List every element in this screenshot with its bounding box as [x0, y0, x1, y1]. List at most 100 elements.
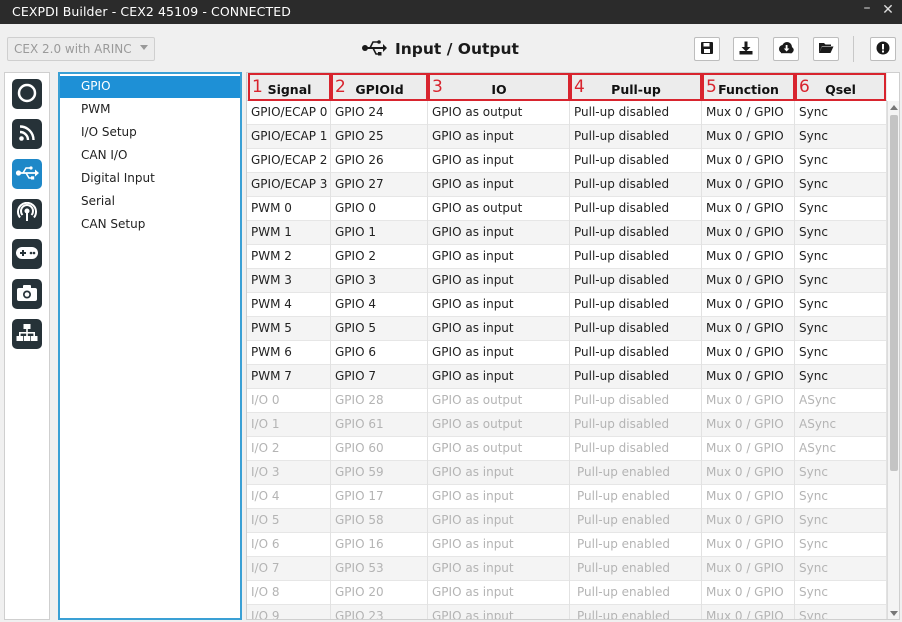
- cell-gpioid[interactable]: GPIO 27: [331, 173, 428, 197]
- cell-function[interactable]: Mux 0 / GPIO: [702, 125, 795, 149]
- cell-signal[interactable]: I/O 0: [247, 389, 331, 413]
- cell-function[interactable]: Mux 0 / GPIO: [702, 341, 795, 365]
- nav-camera-button[interactable]: [12, 279, 42, 309]
- cell-gpioid[interactable]: GPIO 26: [331, 149, 428, 173]
- cell-io[interactable]: GPIO as input: [428, 125, 570, 149]
- cell-function[interactable]: Mux 0 / GPIO: [702, 245, 795, 269]
- cell-gpioid[interactable]: GPIO 20: [331, 581, 428, 605]
- cell-function[interactable]: Mux 0 / GPIO: [702, 485, 795, 509]
- cell-pullup[interactable]: Pull-up disabled: [570, 317, 702, 341]
- cell-qsel[interactable]: Sync: [795, 101, 887, 125]
- cell-gpioid[interactable]: GPIO 23: [331, 605, 428, 619]
- menu-item-can-io[interactable]: CAN I/O: [60, 145, 240, 167]
- cell-pullup[interactable]: Pull-up enabled: [570, 485, 702, 509]
- table-row[interactable]: PWM 3 GPIO 3 GPIO as input Pull-up disabled…: [247, 269, 887, 293]
- cell-io[interactable]: GPIO as input: [428, 461, 570, 485]
- cell-io[interactable]: GPIO as output: [428, 389, 570, 413]
- cell-gpioid[interactable]: GPIO 61: [331, 413, 428, 437]
- nav-power-button[interactable]: [12, 79, 42, 109]
- cell-io[interactable]: GPIO as input: [428, 605, 570, 619]
- nav-broadcast-button[interactable]: [12, 199, 42, 229]
- cell-pullup[interactable]: Pull-up disabled: [570, 413, 702, 437]
- scrollbar-thumb[interactable]: [890, 115, 898, 471]
- cell-pullup[interactable]: Pull-up disabled: [570, 221, 702, 245]
- cell-signal[interactable]: PWM 2: [247, 245, 331, 269]
- cell-signal[interactable]: PWM 6: [247, 341, 331, 365]
- cell-qsel[interactable]: Sync: [795, 293, 887, 317]
- table-row[interactable]: PWM 1 GPIO 1 GPIO as input Pull-up disabled…: [247, 221, 887, 245]
- cell-io[interactable]: GPIO as input: [428, 269, 570, 293]
- cell-io[interactable]: GPIO as input: [428, 149, 570, 173]
- cell-io[interactable]: GPIO as input: [428, 317, 570, 341]
- table-row[interactable]: PWM 7 GPIO 7 GPIO as input Pull-up disabled…: [247, 365, 887, 389]
- cell-gpioid[interactable]: GPIO 7: [331, 365, 428, 389]
- cell-pullup[interactable]: Pull-up disabled: [570, 149, 702, 173]
- cell-pullup[interactable]: Pull-up enabled: [570, 605, 702, 619]
- cell-signal[interactable]: PWM 5: [247, 317, 331, 341]
- table-row[interactable]: PWM 0 GPIO 0 GPIO as output Pull-up disable…: [247, 197, 887, 221]
- cell-qsel[interactable]: Sync: [795, 605, 887, 619]
- cell-signal[interactable]: GPIO/ECAP 3: [247, 173, 331, 197]
- cell-io[interactable]: GPIO as input: [428, 221, 570, 245]
- cell-gpioid[interactable]: GPIO 53: [331, 557, 428, 581]
- menu-item-gpio[interactable]: GPIO: [60, 76, 240, 98]
- menu-item-pwm[interactable]: PWM: [60, 99, 240, 121]
- cell-function[interactable]: Mux 0 / GPIO: [702, 149, 795, 173]
- cell-gpioid[interactable]: GPIO 58: [331, 509, 428, 533]
- close-button[interactable]: ✕: [878, 2, 898, 18]
- cell-signal[interactable]: PWM 3: [247, 269, 331, 293]
- cell-qsel[interactable]: Sync: [795, 173, 887, 197]
- table-row[interactable]: GPIO/ECAP 1 GPIO 25 GPIO as input Pull-up d…: [247, 125, 887, 149]
- cell-signal[interactable]: I/O 6: [247, 533, 331, 557]
- minimize-button[interactable]: –: [857, 0, 877, 16]
- cell-io[interactable]: GPIO as input: [428, 365, 570, 389]
- cell-pullup[interactable]: Pull-up disabled: [570, 437, 702, 461]
- cell-io[interactable]: GPIO as input: [428, 509, 570, 533]
- device-select[interactable]: CEX 2.0 with ARINC: [7, 37, 155, 61]
- cell-qsel[interactable]: Sync: [795, 317, 887, 341]
- column-header-qsel[interactable]: 6 Qsel: [795, 73, 886, 101]
- cell-io[interactable]: GPIO as output: [428, 437, 570, 461]
- cell-io[interactable]: GPIO as input: [428, 245, 570, 269]
- cell-gpioid[interactable]: GPIO 16: [331, 533, 428, 557]
- column-header-signal[interactable]: 1 Signal: [248, 73, 331, 101]
- cell-signal[interactable]: GPIO/ECAP 2: [247, 149, 331, 173]
- table-row[interactable]: GPIO/ECAP 3 GPIO 27 GPIO as input Pull-up d…: [247, 173, 887, 197]
- cell-gpioid[interactable]: GPIO 6: [331, 341, 428, 365]
- cell-gpioid[interactable]: GPIO 17: [331, 485, 428, 509]
- cell-io[interactable]: GPIO as output: [428, 413, 570, 437]
- cell-qsel[interactable]: Sync: [795, 221, 887, 245]
- cell-function[interactable]: Mux 0 / GPIO: [702, 533, 795, 557]
- cell-function[interactable]: Mux 0 / GPIO: [702, 461, 795, 485]
- table-row[interactable]: GPIO/ECAP 0 GPIO 24 GPIO as output Pull-up …: [247, 101, 887, 125]
- column-header-gpioid[interactable]: 2 GPIOId: [331, 73, 428, 101]
- cell-function[interactable]: Mux 0 / GPIO: [702, 389, 795, 413]
- cell-signal[interactable]: I/O 4: [247, 485, 331, 509]
- cell-qsel[interactable]: Sync: [795, 245, 887, 269]
- cell-qsel[interactable]: ASync: [795, 389, 887, 413]
- cell-io[interactable]: GPIO as input: [428, 341, 570, 365]
- menu-item-io-setup[interactable]: I/O Setup: [60, 122, 240, 144]
- cell-function[interactable]: Mux 0 / GPIO: [702, 317, 795, 341]
- cell-qsel[interactable]: Sync: [795, 509, 887, 533]
- save-button[interactable]: [694, 37, 720, 61]
- cell-function[interactable]: Mux 0 / GPIO: [702, 365, 795, 389]
- cell-pullup[interactable]: Pull-up disabled: [570, 293, 702, 317]
- cell-pullup[interactable]: Pull-up disabled: [570, 101, 702, 125]
- cell-qsel[interactable]: Sync: [795, 341, 887, 365]
- cell-io[interactable]: GPIO as output: [428, 197, 570, 221]
- table-row[interactable]: PWM 5 GPIO 5 GPIO as input Pull-up disabled…: [247, 317, 887, 341]
- nav-network-button[interactable]: [12, 319, 42, 349]
- cell-pullup[interactable]: Pull-up enabled: [570, 533, 702, 557]
- column-header-io[interactable]: 3 IO: [428, 73, 570, 101]
- cell-qsel[interactable]: Sync: [795, 533, 887, 557]
- cell-gpioid[interactable]: GPIO 3: [331, 269, 428, 293]
- cell-io[interactable]: GPIO as input: [428, 533, 570, 557]
- cell-io[interactable]: GPIO as input: [428, 173, 570, 197]
- cell-signal[interactable]: PWM 0: [247, 197, 331, 221]
- cell-io[interactable]: GPIO as input: [428, 557, 570, 581]
- cell-signal[interactable]: I/O 9: [247, 605, 331, 619]
- cell-signal[interactable]: I/O 2: [247, 437, 331, 461]
- cell-function[interactable]: Mux 0 / GPIO: [702, 173, 795, 197]
- cell-function[interactable]: Mux 0 / GPIO: [702, 413, 795, 437]
